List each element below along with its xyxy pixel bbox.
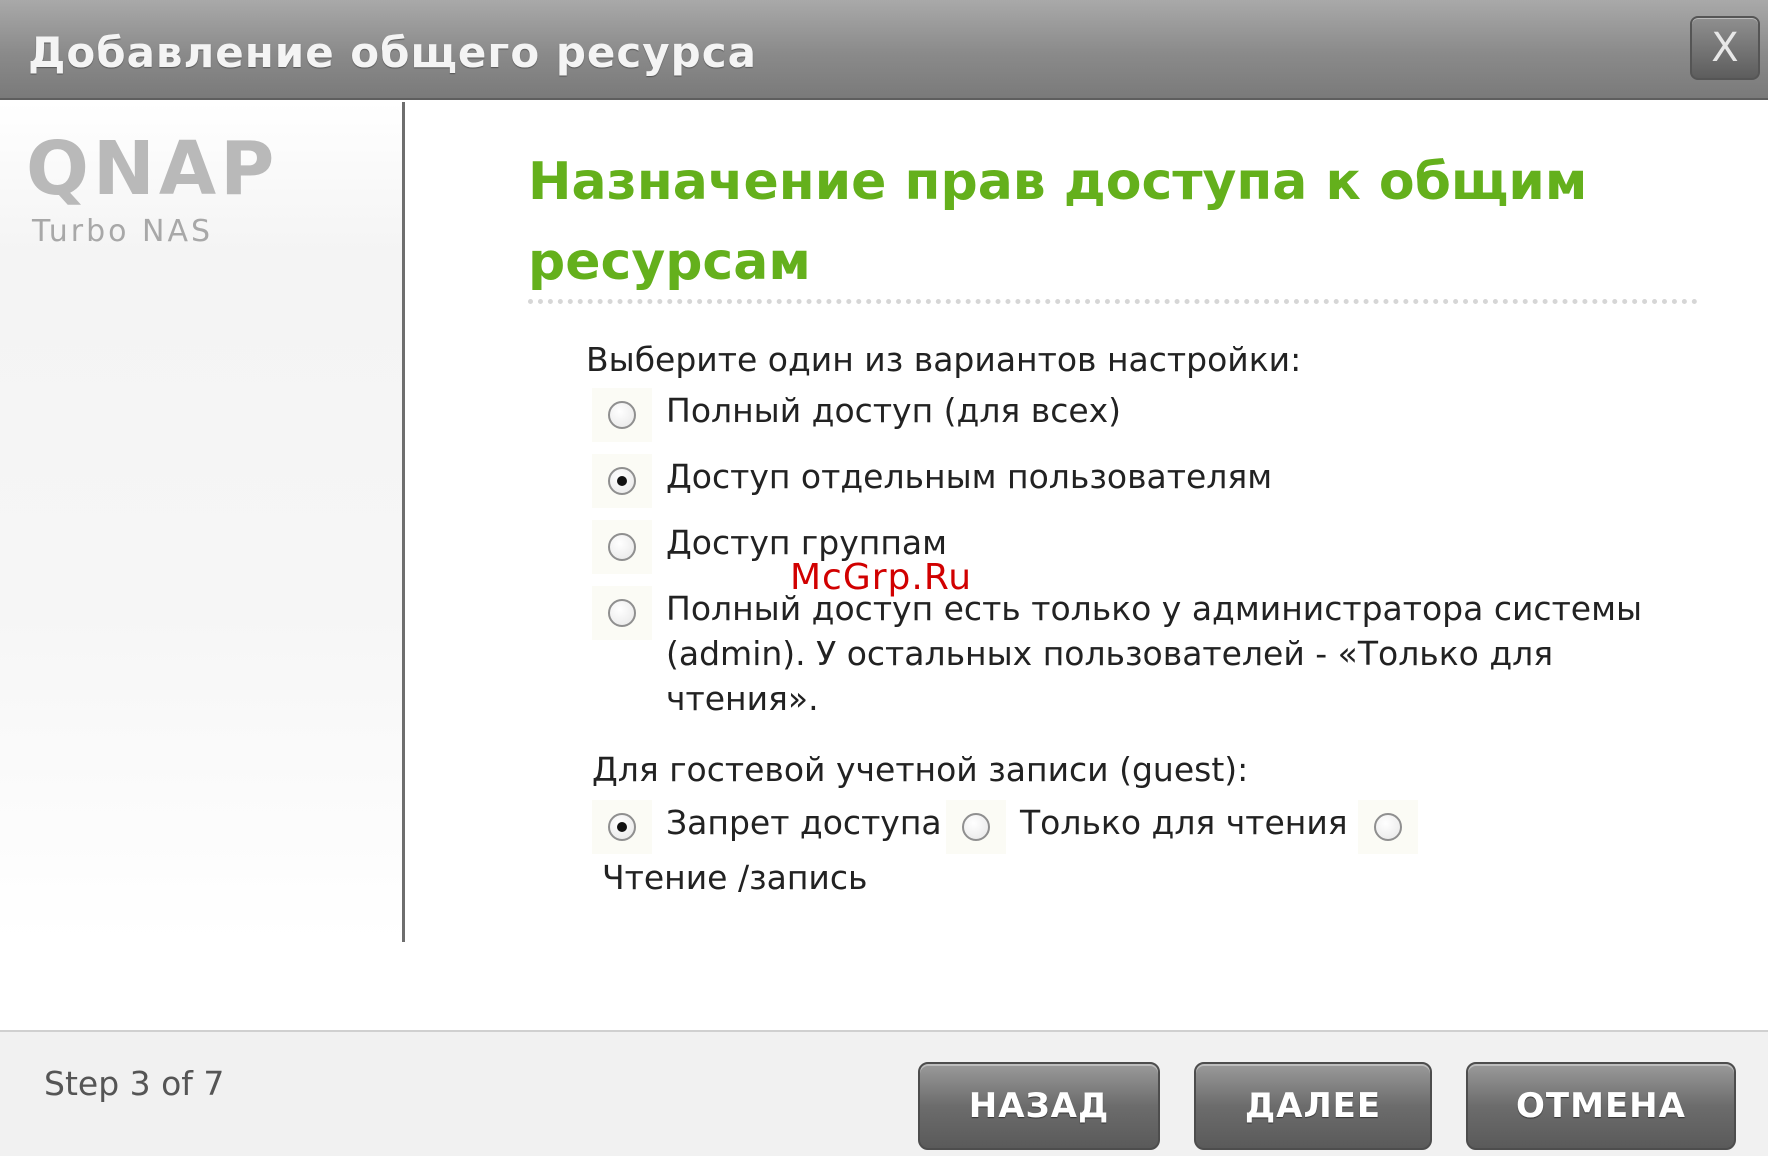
option-label: Доступ отдельным пользователям	[666, 457, 1273, 496]
back-button[interactable]: НАЗАД	[918, 1062, 1160, 1150]
option-admin-only[interactable]: Полный доступ есть только у администрато…	[592, 586, 1652, 721]
guest-readwrite-label: Чтение /запись	[602, 858, 868, 897]
option-full-access[interactable]: Полный доступ (для всех)	[592, 388, 1121, 442]
dotted-divider	[528, 299, 1698, 304]
close-icon: X	[1711, 25, 1739, 71]
radio-guest-readonly[interactable]	[962, 813, 990, 841]
radio-full-access[interactable]	[608, 401, 636, 429]
guest-section-title: Для гостевой учетной записи (guest):	[592, 750, 1249, 789]
option-label: Полный доступ (для всех)	[666, 391, 1122, 430]
guest-option-readwrite-radio[interactable]	[1358, 800, 1418, 854]
option-label: Только для чтения	[1020, 803, 1348, 842]
settings-prompt: Выберите один из вариантов настройки:	[586, 340, 1302, 379]
watermark: McGrp.Ru	[790, 557, 973, 598]
option-label: Полный доступ есть только у администрато…	[666, 589, 1643, 718]
radio-guest-readwrite[interactable]	[1374, 813, 1402, 841]
radio-guest-deny[interactable]	[608, 813, 636, 841]
close-button[interactable]: X	[1690, 16, 1760, 80]
guest-option-deny[interactable]: Запрет доступа	[592, 800, 942, 854]
next-button[interactable]: ДАЛЕЕ	[1194, 1062, 1432, 1150]
option-label: Запрет доступа	[666, 803, 942, 842]
qnap-logo: QNAP	[26, 126, 279, 212]
window-title: Добавление общего ресурса	[28, 28, 757, 77]
radio-user-access[interactable]	[608, 467, 636, 495]
option-user-access[interactable]: Доступ отдельным пользователям	[592, 454, 1272, 508]
sidebar: QNAP Turbo NAS	[0, 102, 405, 942]
title-bar: Добавление общего ресурса X	[0, 0, 1768, 100]
radio-admin-only[interactable]	[608, 599, 636, 627]
wizard-content: QNAP Turbo NAS Назначение прав доступа к…	[0, 102, 1768, 1030]
guest-option-readonly[interactable]: Только для чтения	[946, 800, 1348, 854]
cancel-button[interactable]: ОТМЕНА	[1466, 1062, 1736, 1150]
footer-bar: Step 3 of 7 НАЗАД ДАЛЕЕ ОТМЕНА	[0, 1030, 1768, 1156]
radio-group-access[interactable]	[608, 533, 636, 561]
step-indicator: Step 3 of 7	[44, 1064, 225, 1103]
turbo-nas-logo: Turbo NAS	[32, 214, 214, 249]
page-heading: Назначение прав доступа к общим ресурсам	[528, 152, 1588, 292]
